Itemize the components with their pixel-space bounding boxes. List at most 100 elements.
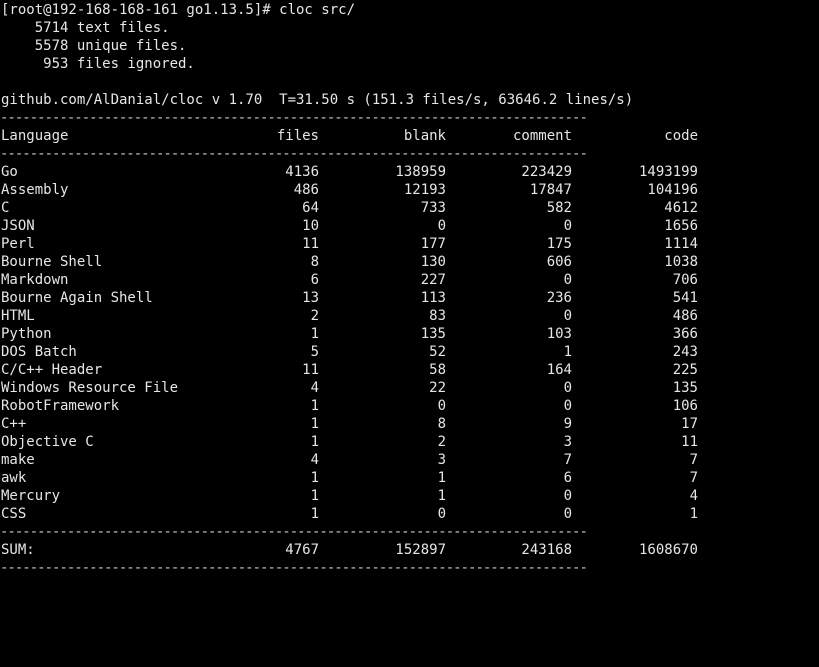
cell-files: 1 [310,416,319,432]
cell-comment: 1 [563,344,572,360]
cell-language: Go [1,164,18,180]
table-row: Assembly 486 12193 17847 104196 [0,181,700,199]
cell-language: awk [1,470,27,486]
table-row: Python 1 135 103 366 [0,325,700,343]
sum-files: 4767 [285,542,319,558]
cell-language: C/C++ Header [1,362,103,378]
table-row: C++ 1 8 9 17 [0,415,700,433]
table-row: CSS 1 0 0 1 [0,505,700,523]
table-row: Perl 11 177 175 1114 [0,235,700,253]
cell-blank: 0 [437,398,446,414]
cell-code: 225 [672,362,698,378]
cell-blank: 1 [437,488,446,504]
cell-comment: 3 [563,434,572,450]
separator-line: ----------------------------------------… [0,560,588,576]
separator-line: ----------------------------------------… [0,110,588,126]
header-code: code [664,128,698,144]
cell-files: 8 [310,254,319,270]
cell-blank: 2 [437,434,446,450]
sum-label: SUM: [1,542,35,558]
table-row: RobotFramework 1 0 0 106 [0,397,700,415]
cell-comment: 606 [546,254,572,270]
cell-comment: 0 [563,398,572,414]
cell-files: 486 [293,182,319,198]
unique-files-count: 5578 unique files. [1,38,187,54]
cell-language: make [1,452,35,468]
cell-language: Objective C [1,434,94,450]
cell-code: 7 [689,470,698,486]
cell-files: 10 [302,218,319,234]
table-row: Objective C 1 2 3 11 [0,433,700,451]
cell-comment: 582 [546,200,572,216]
cell-blank: 12193 [403,182,446,198]
sum-comment: 243168 [521,542,572,558]
cell-code: 4 [689,488,698,504]
cell-code: 541 [672,290,698,306]
cell-language: HTML [1,308,35,324]
table-row: DOS Batch 5 52 1 243 [0,343,700,361]
table-row: Bourne Shell 8 130 606 1038 [0,253,700,271]
cell-code: 7 [689,452,698,468]
cell-comment: 164 [546,362,572,378]
cell-comment: 9 [563,416,572,432]
cell-language: Mercury [1,488,61,504]
cell-language: Python [1,326,52,342]
cell-comment: 236 [546,290,572,306]
ignored-files-count: 953 files ignored. [1,56,195,72]
cell-files: 11 [302,236,319,252]
cell-code: 135 [672,380,698,396]
cell-blank: 52 [429,344,446,360]
table-row: Markdown 6 227 0 706 [0,271,700,289]
cell-files: 11 [302,362,319,378]
table-row: make 4 3 7 7 [0,451,700,469]
cell-comment: 0 [563,308,572,324]
cell-files: 1 [310,434,319,450]
table-row: Go 4136 138959 223429 1493199 [0,163,700,181]
table-row: JSON 10 0 0 1656 [0,217,700,235]
cell-comment: 103 [546,326,572,342]
cell-blank: 227 [420,272,446,288]
table-row: HTML 2 83 0 486 [0,307,700,325]
header-files: files [276,128,319,144]
cell-files: 5 [310,344,319,360]
cloc-summary-line: github.com/AlDanial/cloc v 1.70 T=31.50 … [1,92,634,108]
cell-files: 6 [310,272,319,288]
cell-language: Bourne Again Shell [1,290,153,306]
table-row: C/C++ Header 11 58 164 225 [0,361,700,379]
cell-language: Markdown [1,272,69,288]
cell-language: Assembly [1,182,69,198]
cell-blank: 3 [437,452,446,468]
cell-language: C++ [1,416,27,432]
cell-blank: 113 [420,290,446,306]
table-row: Bourne Again Shell 13 113 236 541 [0,289,700,307]
sum-code: 1608670 [638,542,698,558]
cell-files: 2 [310,308,319,324]
cell-comment: 0 [563,488,572,504]
cell-code: 1038 [664,254,698,270]
cell-blank: 733 [420,200,446,216]
cell-code: 1 [689,506,698,522]
cell-code: 486 [672,308,698,324]
cell-blank: 177 [420,236,446,252]
cell-blank: 0 [437,218,446,234]
cell-comment: 175 [546,236,572,252]
text-files-count: 5714 text files. [1,20,170,36]
separator-line: ----------------------------------------… [0,524,588,540]
cell-language: Perl [1,236,35,252]
cell-blank: 138959 [395,164,446,180]
cell-code: 706 [672,272,698,288]
cell-code: 106 [672,398,698,414]
cell-blank: 8 [437,416,446,432]
cell-language: DOS Batch [1,344,77,360]
terminal-window[interactable]: [root@192-168-168-161 go1.13.5]# cloc sr… [0,0,819,577]
cell-files: 4 [310,380,319,396]
cell-comment: 0 [563,218,572,234]
header-language: Language [1,128,69,144]
cell-comment: 0 [563,272,572,288]
cell-code: 243 [672,344,698,360]
cell-code: 1114 [664,236,698,252]
separator-line: ----------------------------------------… [0,146,588,162]
sum-blank: 152897 [395,542,446,558]
cell-comment: 0 [563,380,572,396]
cell-code: 366 [672,326,698,342]
